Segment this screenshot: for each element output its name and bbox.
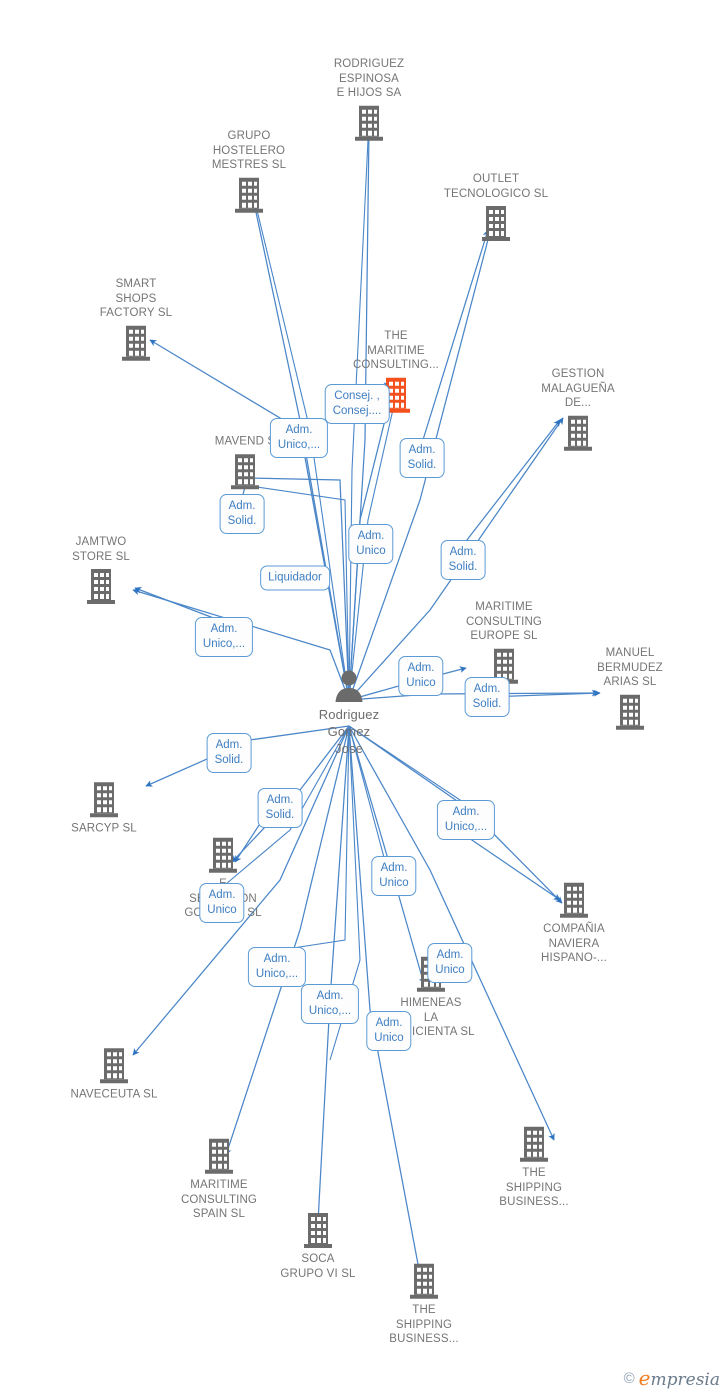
company-node-label: GRUPO HOSTELERO MESTRES SL	[211, 129, 287, 171]
company-building-icon	[84, 567, 118, 605]
relation-badge-adm_unico_mavend_top[interactable]: Adm. Unico,...	[269, 418, 329, 458]
company-node-label: RODRIGUEZ ESPINOSA E HIJOS SA	[333, 57, 405, 99]
company-building-icon	[202, 1137, 236, 1175]
company-building-icon	[206, 836, 240, 874]
company-node-label: THE SHIPPING BUSINESS...	[389, 1303, 459, 1345]
relation-badge-liquidador[interactable]: Liquidador	[260, 565, 330, 591]
company-node-the_shipping_business_bottom[interactable]: THE SHIPPING BUSINESS...	[359, 1262, 489, 1347]
copyright-icon: ©	[623, 1369, 635, 1387]
relation-badge-consej[interactable]: Consej. , Consej....	[324, 384, 390, 424]
relation-badge-adm_unico_europe[interactable]: Adm. Unico	[398, 656, 444, 696]
company-node-compania_naviera[interactable]: COMPAÑIA NAVIERA HISPANO-...	[509, 881, 639, 966]
company-building-icon	[613, 692, 647, 730]
company-node-maritime_consulting_spain[interactable]: MARITIME CONSULTING SPAIN SL	[154, 1137, 284, 1222]
relation-badge-adm_solid_manuel[interactable]: Adm. Solid.	[464, 677, 510, 717]
company-building-icon	[517, 1125, 551, 1163]
relation-badge-adm_unico_gourmet[interactable]: Adm. Unico	[199, 883, 245, 923]
company-node-label: OUTLET TECNOLOGICO SL	[443, 173, 549, 200]
relation-badge-adm_unico_naveceuta[interactable]: Adm. Unico,...	[247, 947, 307, 987]
relation-badge-adm_unico_spain[interactable]: Adm. Unico,...	[300, 984, 360, 1024]
company-node-naveceuta[interactable]: NAVECEUTA SL	[49, 1046, 179, 1102]
company-node-maritime_consulting_europe[interactable]: MARITIME CONSULTING EUROPE SL	[439, 600, 569, 685]
relation-badge-adm_unico_jamtwo[interactable]: Adm. Unico,...	[194, 617, 254, 657]
company-building-icon	[479, 204, 513, 242]
relation-badge-adm_unico_soca[interactable]: Adm. Unico	[366, 1011, 412, 1051]
company-node-manuel_bermudez[interactable]: MANUEL BERMUDEZ ARIAS SL	[565, 646, 695, 731]
person-node-label: Rodriguez Gomez Jose	[318, 707, 380, 756]
company-building-icon	[87, 780, 121, 818]
company-node-label: MANUEL BERMUDEZ ARIAS SL	[597, 646, 663, 688]
relation-badge-adm_solid_outlet[interactable]: Adm. Solid.	[399, 438, 445, 478]
company-building-icon	[561, 413, 595, 451]
company-node-label: MARITIME CONSULTING EUROPE SL	[465, 600, 543, 642]
company-node-label: THE SHIPPING BUSINESS...	[499, 1166, 569, 1208]
company-node-smart_shops[interactable]: SMART SHOPS FACTORY SL	[71, 277, 201, 362]
relation-badge-adm_unico_compania[interactable]: Adm. Unico,...	[436, 800, 496, 840]
company-node-label: MAVEND S	[214, 435, 276, 448]
company-building-icon	[557, 881, 591, 919]
company-building-icon	[407, 1262, 441, 1300]
empresia-watermark: © empresia	[624, 1366, 720, 1390]
company-node-jamtwo_store[interactable]: JAMTWO STORE SL	[36, 535, 166, 605]
company-node-the_shipping_business_right[interactable]: THE SHIPPING BUSINESS...	[469, 1125, 599, 1210]
company-node-label: NAVECEUTA SL	[70, 1088, 158, 1101]
company-node-label: MARITIME CONSULTING SPAIN SL	[180, 1178, 258, 1220]
relation-badge-adm_unico_center_top[interactable]: Adm. Unico	[348, 524, 394, 564]
company-node-label: THE MARITIME CONSULTING...	[352, 329, 440, 371]
company-building-icon	[301, 1211, 335, 1249]
company-node-label: SOCA GRUPO VI SL	[280, 1253, 356, 1280]
company-building-icon	[119, 323, 153, 361]
relation-badge-adm_solid_gourmet[interactable]: Adm. Solid.	[257, 788, 303, 828]
network-graph-canvas: RODRIGUEZ ESPINOSA E HIJOS SA GRUPO HOSTE…	[0, 0, 728, 1400]
company-node-grupo_hostelero[interactable]: GRUPO HOSTELERO MESTRES SL	[184, 129, 314, 214]
company-node-label: SMART SHOPS FACTORY SL	[99, 277, 173, 319]
company-node-label: GESTION MALAGUEÑA DE...	[541, 367, 615, 409]
company-node-label: JAMTWO STORE SL	[72, 536, 130, 563]
person-icon	[332, 669, 366, 703]
company-node-sarcyp[interactable]: SARCYP SL	[39, 780, 169, 836]
company-building-icon	[352, 103, 386, 141]
company-building-icon	[228, 452, 262, 490]
company-building-icon	[232, 175, 266, 213]
company-node-gestion_malaguena[interactable]: GESTION MALAGUEÑA DE...	[513, 367, 643, 452]
relation-badge-adm_solid_gestion[interactable]: Adm. Solid.	[440, 540, 486, 580]
relation-badge-adm_unico_chim2[interactable]: Adm. Unico	[371, 856, 417, 896]
relation-badge-adm_solid_sarcyp[interactable]: Adm. Solid.	[206, 733, 252, 773]
company-node-rodriguez_espinosa[interactable]: RODRIGUEZ ESPINOSA E HIJOS SA	[304, 57, 434, 142]
company-building-icon	[97, 1046, 131, 1084]
relation-badge-adm_solid_mavend[interactable]: Adm. Solid.	[219, 494, 265, 534]
relation-badge-adm_unico_chimeneas[interactable]: Adm. Unico	[427, 943, 473, 983]
company-node-outlet_tecnologico[interactable]: OUTLET TECNOLOGICO SL	[431, 172, 561, 242]
company-node-label: COMPAÑIA NAVIERA HISPANO-...	[541, 922, 607, 964]
company-node-label: SARCYP SL	[71, 822, 137, 835]
watermark-label: empresia	[638, 1366, 720, 1390]
